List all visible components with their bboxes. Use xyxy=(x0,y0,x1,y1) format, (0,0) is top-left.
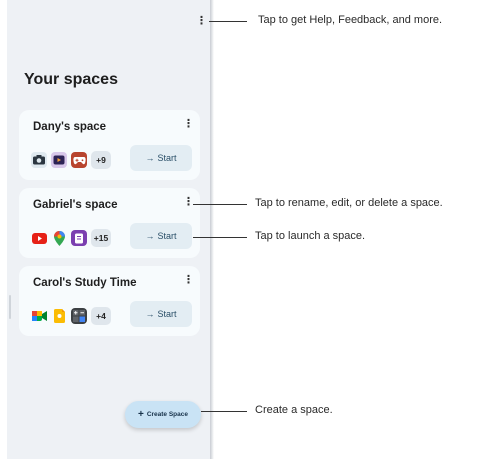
start-label: Start xyxy=(157,153,177,163)
space-name: Gabriel's space xyxy=(33,199,118,211)
space-name: Carol's Study Time xyxy=(33,277,137,289)
youtube-icon xyxy=(31,230,47,246)
drag-handle xyxy=(9,295,11,319)
more-apps-badge: +9 xyxy=(91,151,111,169)
app-list: +4 xyxy=(31,306,111,326)
space-menu-icon[interactable]: ⋮ xyxy=(183,117,194,130)
page-title: Your spaces xyxy=(24,71,118,88)
arrow-right-icon: → xyxy=(145,153,155,163)
plus-icon: + xyxy=(137,409,144,420)
panel-edge xyxy=(210,0,214,459)
space-card[interactable]: Dany's space ⋮ +9 → Start xyxy=(19,110,200,180)
start-button[interactable]: → Start xyxy=(130,145,192,171)
meet-icon xyxy=(31,308,47,324)
more-apps-badge: +15 xyxy=(91,229,111,247)
launch-leader-line xyxy=(193,237,247,238)
space-menu-icon[interactable]: ⋮ xyxy=(183,273,194,286)
start-button[interactable]: → Start xyxy=(130,223,192,249)
app-list: +9 xyxy=(31,150,111,170)
maps-icon xyxy=(51,230,67,246)
more-options-icon[interactable]: ⋮ xyxy=(196,14,207,28)
start-label: Start xyxy=(157,309,177,319)
more-apps-badge: +4 xyxy=(91,307,111,325)
space-menu-icon[interactable]: ⋮ xyxy=(183,195,194,208)
start-label: Start xyxy=(157,231,177,241)
arrow-right-icon: → xyxy=(145,309,155,319)
rename-callout: Tap to rename, edit, or delete a space. xyxy=(255,197,443,209)
space-card[interactable]: Carol's Study Time ⋮ +4 → Start xyxy=(19,266,200,336)
arrow-right-icon: → xyxy=(145,231,155,241)
start-button[interactable]: → Start xyxy=(130,301,192,327)
app-list: +15 xyxy=(31,228,111,248)
video-icon xyxy=(51,152,67,168)
help-callout: Tap to get Help, Feedback, and more. xyxy=(258,14,443,26)
launch-callout: Tap to launch a space. xyxy=(255,230,366,242)
camera-icon xyxy=(31,152,47,168)
space-card[interactable]: Gabriel's space ⋮ +15 → Start xyxy=(19,188,200,258)
help-leader-line xyxy=(209,21,247,22)
keep-icon xyxy=(51,308,67,324)
space-name: Dany's space xyxy=(33,121,107,133)
create-leader-line xyxy=(201,411,247,412)
create-space-button[interactable]: + Create Space xyxy=(125,401,201,428)
create-callout: Create a space. xyxy=(255,404,333,416)
game-controller-icon xyxy=(71,152,87,168)
calculator-icon xyxy=(71,308,87,324)
create-space-label: Create Space xyxy=(146,411,189,418)
rename-leader-line xyxy=(193,204,247,205)
purple-app-icon xyxy=(71,230,87,246)
